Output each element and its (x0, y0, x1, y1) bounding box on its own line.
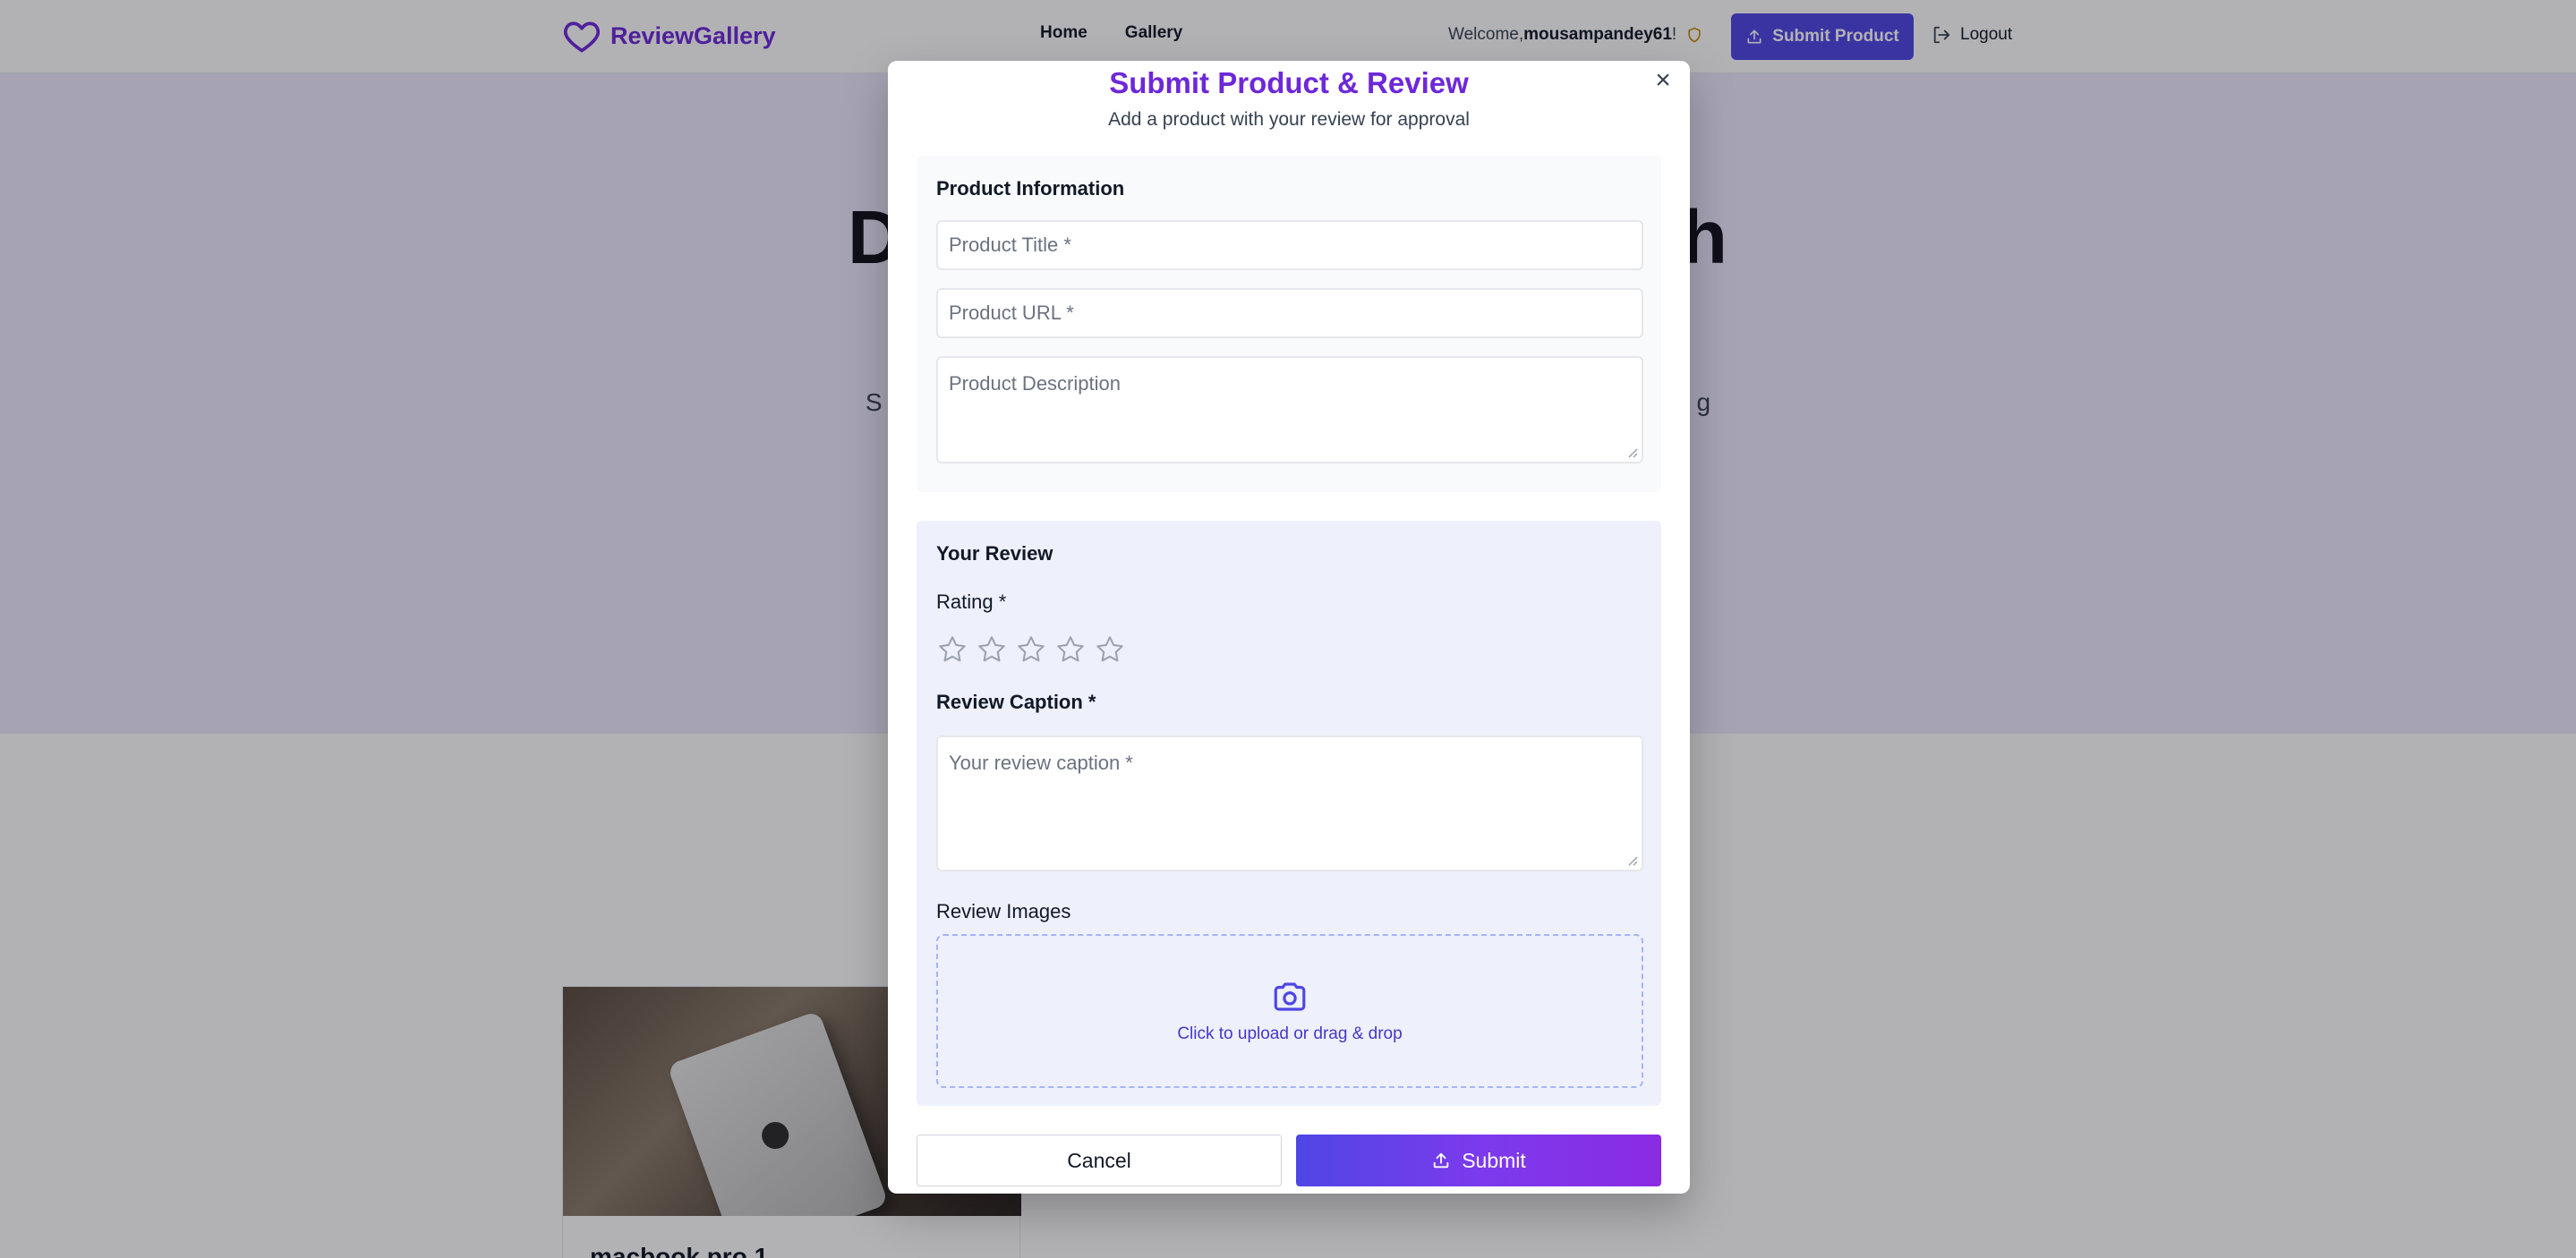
camera-icon (1274, 982, 1306, 1011)
review-images-label: Review Images (936, 900, 1071, 922)
rating-label: Rating * (936, 591, 1007, 613)
resize-handle-icon[interactable] (1627, 447, 1638, 458)
star-2-icon[interactable] (976, 633, 1008, 666)
product-title-input[interactable]: Product Title * (936, 220, 1643, 270)
star-1-icon[interactable] (936, 633, 968, 666)
resize-handle-icon[interactable] (1627, 855, 1638, 866)
product-description-placeholder: Product Description (949, 372, 1121, 395)
star-3-icon[interactable] (1015, 633, 1047, 666)
product-information-section: Product Information Product Title * Prod… (917, 156, 1661, 492)
product-description-textarea[interactable]: Product Description (936, 356, 1643, 463)
cancel-label: Cancel (1067, 1148, 1131, 1172)
submit-label: Submit (1462, 1148, 1526, 1172)
review-caption-label: Review Caption * (936, 691, 1096, 713)
upload-icon (1433, 1152, 1449, 1169)
rating-stars (936, 633, 1126, 666)
image-upload-dropzone[interactable]: Click to upload or drag & drop (936, 934, 1643, 1088)
submit-product-modal: × Submit Product & Review Add a product … (888, 61, 1690, 1194)
submit-button[interactable]: Submit (1296, 1135, 1661, 1186)
star-4-icon[interactable] (1054, 633, 1087, 666)
your-review-heading: Your Review (936, 542, 1053, 565)
modal-subtitle: Add a product with your review for appro… (1108, 109, 1470, 130)
review-caption-textarea[interactable]: Your review caption * (936, 735, 1643, 871)
review-caption-placeholder: Your review caption * (949, 752, 1133, 774)
star-5-icon[interactable] (1094, 633, 1126, 666)
product-title-placeholder: Product Title * (949, 234, 1071, 256)
product-information-heading: Product Information (936, 177, 1125, 200)
cancel-button[interactable]: Cancel (917, 1135, 1282, 1186)
upload-instructions: Click to upload or drag & drop (1177, 1024, 1403, 1043)
product-url-placeholder: Product URL * (949, 302, 1074, 324)
your-review-section: Your Review Rating * Review Caption * Yo… (917, 521, 1661, 1106)
product-url-input[interactable]: Product URL * (936, 288, 1643, 338)
modal-title: Submit Product & Review (1109, 66, 1469, 99)
